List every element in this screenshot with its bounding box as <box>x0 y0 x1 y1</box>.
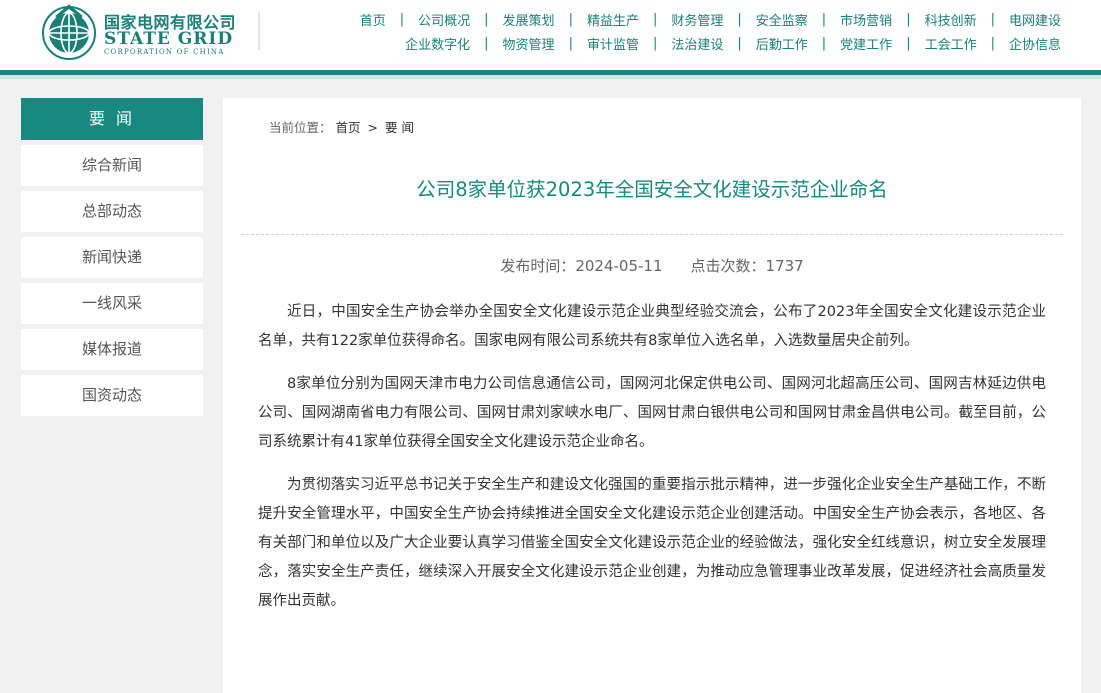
nav-separator: | <box>821 12 827 27</box>
nav-separator: | <box>568 12 573 27</box>
nav-separator: | <box>821 36 827 51</box>
nav-link[interactable]: 发展策划 <box>503 10 555 29</box>
main-nav-row-2: 企业数字化 | 物资管理 | 审计监管 | 法治建设 | 后勤工作 | 党建工作 | 工会工作 | 企协信息 <box>405 34 1061 53</box>
sidebar-item[interactable]: 一线风采 <box>21 283 203 324</box>
logo-name-en: STATE GRID <box>104 29 234 49</box>
nav-link[interactable]: 市场营销 <box>840 10 892 29</box>
sidebar-items: 综合新闻总部动态新闻快递一线风采媒体报道国资动态 <box>21 145 203 416</box>
logo-name-en-sub: CORPORATION OF CHINA <box>104 48 225 56</box>
article-paragraph: 8家单位分别为国网天津市电力公司信息通信公司，国网河北保定供电公司、国网河北超高… <box>258 376 1046 450</box>
nav-separator: | <box>906 36 911 51</box>
main-nav-row-1: 首页 | 公司概况 | 发展策划 | 精益生产 | 财务管理 | 安全监察 | 市场营销 | 科技创新 | 电网… <box>360 10 1061 29</box>
article-paragraph: 为贯彻落实习近平总书记关于安全生产和建设文化强国的重要指示批示精神，进一步强化企… <box>258 477 1046 609</box>
breadcrumb-current[interactable]: 要 闻 <box>385 120 414 135</box>
nav-link[interactable]: 物资管理 <box>503 34 555 53</box>
site-logo[interactable]: 国家电网有限公司 STATE GRID CORPORATION OF CHINA <box>40 3 270 63</box>
nav-separator: | <box>484 12 489 27</box>
nav-separator: | <box>652 36 658 51</box>
nav-link[interactable]: 企协信息 <box>1009 34 1061 53</box>
nav-separator: | <box>737 12 742 27</box>
sidebar-item[interactable]: 综合新闻 <box>21 145 203 186</box>
nav-separator: | <box>484 36 489 51</box>
state-grid-globe-emblem-icon <box>42 4 96 60</box>
nav-link[interactable]: 精益生产 <box>587 10 639 29</box>
nav-link[interactable]: 安全监察 <box>756 10 808 29</box>
nav-separator: | <box>906 12 911 27</box>
sidebar-item[interactable]: 媒体报道 <box>21 329 203 370</box>
nav-separator: | <box>399 12 405 27</box>
breadcrumb: 当前位置： 首页 > 要 闻 <box>269 117 414 136</box>
nav-link[interactable]: 企业数字化 <box>405 34 470 53</box>
nav-link[interactable]: 公司概况 <box>418 10 470 29</box>
nav-link[interactable]: 电网建设 <box>1009 10 1061 29</box>
article-meta: 发布时间：2024-05-11 点击次数：1737 <box>223 255 1081 276</box>
sidebar-item[interactable]: 国资动态 <box>21 375 203 416</box>
nav-link[interactable]: 首页 <box>360 10 386 29</box>
nav-link[interactable]: 财务管理 <box>671 10 723 29</box>
sidebar-item[interactable]: 新闻快递 <box>21 237 203 278</box>
publish-date: 发布时间：2024-05-11 <box>500 257 663 275</box>
sidebar-heading[interactable]: 要 闻 <box>21 98 203 140</box>
nav-link[interactable]: 工会工作 <box>925 34 977 53</box>
nav-link[interactable]: 法治建设 <box>671 34 723 53</box>
breadcrumb-prefix: 当前位置： <box>269 120 332 135</box>
breadcrumb-separator: > <box>367 120 378 135</box>
title-divider <box>241 234 1063 235</box>
site-header: 国家电网有限公司 STATE GRID CORPORATION OF CHINA… <box>0 0 1101 70</box>
article-panel: 当前位置： 首页 > 要 闻 公司8家单位获2023年全国安全文化建设示范企业命… <box>223 98 1081 693</box>
nav-link[interactable]: 审计监管 <box>587 34 639 53</box>
nav-separator: | <box>737 36 742 51</box>
article-title: 公司8家单位获2023年全国安全文化建设示范企业命名 <box>416 178 888 201</box>
nav-separator: | <box>652 12 658 27</box>
nav-separator: | <box>990 12 995 27</box>
nav-separator: | <box>990 36 995 51</box>
nav-link[interactable]: 科技创新 <box>925 10 977 29</box>
nav-separator: | <box>568 36 573 51</box>
article-paragraph: 近日，中国安全生产协会举办全国安全文化建设示范企业典型经验交流会，公布了2023… <box>258 304 1046 349</box>
view-count: 点击次数：1737 <box>690 257 804 275</box>
article-body: 近日，中国安全生产协会举办全国安全文化建设示范企业典型经验交流会，公布了2023… <box>258 298 1046 630</box>
sidebar-item[interactable]: 总部动态 <box>21 191 203 232</box>
nav-link[interactable]: 党建工作 <box>840 34 892 53</box>
sidebar: 要 闻 综合新闻总部动态新闻快递一线风采媒体报道国资动态 <box>21 98 203 416</box>
logo-divider <box>258 12 260 50</box>
breadcrumb-home-link[interactable]: 首页 <box>336 120 361 135</box>
nav-link[interactable]: 后勤工作 <box>756 34 808 53</box>
